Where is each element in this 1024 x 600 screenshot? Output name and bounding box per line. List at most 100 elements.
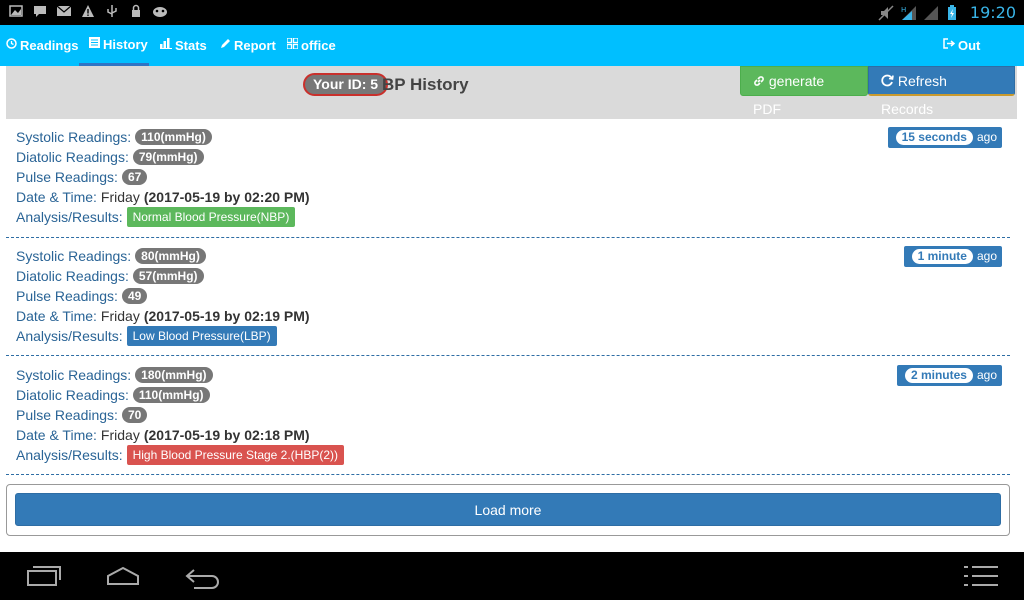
record-item: Systolic Readings: 80(mmHg) Diatolic Read… <box>6 238 1010 356</box>
nav-report-label: Report <box>234 38 276 53</box>
nav-logout[interactable]: Out <box>943 25 980 66</box>
time-ago-value: 2 minutes <box>904 368 973 383</box>
android-icon <box>152 4 168 20</box>
ago-label: ago <box>976 249 997 263</box>
result-badge: Normal Blood Pressure(NBP) <box>126 207 296 227</box>
nav-stats[interactable]: Stats <box>160 25 207 66</box>
diastolic-label: Diatolic Readings: <box>16 149 129 165</box>
time-ago-badge: 1 minute ago <box>903 246 1002 267</box>
nav-office[interactable]: office <box>286 25 336 66</box>
usb-icon <box>104 4 120 20</box>
list-icon <box>89 24 100 65</box>
datetime-label: Date & Time: <box>16 189 97 205</box>
nav-history-label: History <box>103 36 148 52</box>
logout-icon <box>943 25 956 66</box>
load-more-button[interactable]: Load more <box>15 493 1001 526</box>
link-icon <box>753 73 765 89</box>
chat-icon <box>32 4 48 20</box>
nav-office-label: office <box>301 38 336 53</box>
recent-apps-icon[interactable] <box>26 562 62 590</box>
refresh-icon <box>881 73 894 89</box>
nav-stats-label: Stats <box>175 38 207 53</box>
systolic-value: 180(mmHg) <box>135 367 213 383</box>
datetime-value: (2017-05-19 by 02:18 PM) <box>143 427 310 443</box>
signal-icon <box>922 5 938 21</box>
time-ago-value: 1 minute <box>911 249 973 264</box>
home-icon[interactable] <box>105 562 141 590</box>
diastolic-label: Diatolic Readings: <box>16 387 129 403</box>
nav-report[interactable]: Report <box>220 25 276 66</box>
system-navigation-bar <box>0 552 1024 600</box>
pulse-row: Pulse Readings: 67 <box>16 167 148 187</box>
diastolic-value: 57(mmHg) <box>132 268 204 284</box>
system-status-icons: H 19:20 <box>878 3 1016 22</box>
status-bar: H 19:20 <box>0 0 1024 25</box>
day-value: Friday <box>100 308 140 324</box>
time-ago-badge: 15 seconds ago <box>887 127 1002 148</box>
clock-icon <box>6 25 17 66</box>
stats-icon <box>160 25 172 66</box>
systolic-label: Systolic Readings: <box>16 248 132 264</box>
mail-icon <box>56 4 72 20</box>
nav-readings-label: Readings <box>20 38 79 53</box>
systolic-value: 110(mmHg) <box>135 129 212 145</box>
refresh-records-button[interactable]: Refresh Records <box>868 66 1015 117</box>
analysis-label: Analysis/Results: <box>16 209 123 225</box>
record-item: Systolic Readings: 110(mmHg) Diatolic Rea… <box>6 119 1010 238</box>
time-ago-badge: 2 minutes ago <box>896 365 1002 386</box>
pulse-label: Pulse Readings: <box>16 407 118 423</box>
pulse-value: 67 <box>121 169 148 185</box>
user-id-badge: Your ID: 5 <box>303 73 389 96</box>
pulse-row: Pulse Readings: 49 <box>16 286 148 306</box>
ago-label: ago <box>976 130 997 144</box>
analysis-label: Analysis/Results: <box>16 328 123 344</box>
pulse-value: 49 <box>121 288 148 304</box>
systolic-row: Systolic Readings: 80(mmHg) <box>16 246 206 266</box>
result-badge: High Blood Pressure Stage 2.(HBP(2)) <box>126 445 345 465</box>
top-navbar: Readings History Stats Report office Out <box>0 25 1024 66</box>
analysis-row: Analysis/Results: Low Blood Pressure(LBP) <box>16 326 277 346</box>
nav-logout-label: Out <box>958 38 981 53</box>
pulse-label: Pulse Readings: <box>16 288 118 304</box>
history-content[interactable]: Your ID: 5 BP History generate PDF Refre… <box>0 66 1024 552</box>
systolic-label: Systolic Readings: <box>16 367 132 383</box>
systolic-value: 80(mmHg) <box>135 248 206 264</box>
pencil-icon <box>220 25 231 66</box>
page-title: BP History <box>382 75 469 94</box>
datetime-label: Date & Time: <box>16 427 97 443</box>
diastolic-row: Diatolic Readings: 79(mmHg) <box>16 147 204 167</box>
day-value: Friday <box>100 427 140 443</box>
analysis-row: Analysis/Results: High Blood Pressure Sta… <box>16 445 345 465</box>
signal-h-icon: H <box>900 5 916 21</box>
datetime-row: Date & Time: Friday (2017-05-19 by 02:19 P… <box>16 306 310 326</box>
mute-icon <box>878 4 894 21</box>
history-header: Your ID: 5 BP History generate PDF Refre… <box>6 66 1017 119</box>
back-icon[interactable] <box>184 562 222 590</box>
ago-label: ago <box>976 368 997 382</box>
datetime-label: Date & Time: <box>16 308 97 324</box>
grid-icon <box>286 25 299 66</box>
datetime-row: Date & Time: Friday (2017-05-19 by 02:18 P… <box>16 425 310 445</box>
battery-icon <box>944 4 960 21</box>
systolic-row: Systolic Readings: 110(mmHg) <box>16 127 212 147</box>
pulse-row: Pulse Readings: 70 <box>16 405 148 425</box>
pulse-label: Pulse Readings: <box>16 169 118 185</box>
warning-icon <box>80 4 96 20</box>
nav-readings[interactable]: Readings <box>6 25 79 66</box>
generate-pdf-button[interactable]: generate PDF <box>740 66 868 117</box>
load-more-panel: Load more <box>6 484 1010 536</box>
svg-text:H: H <box>901 6 906 14</box>
datetime-value: (2017-05-19 by 02:19 PM) <box>143 308 310 324</box>
record-item: Systolic Readings: 180(mmHg) Diatolic Rea… <box>6 357 1010 475</box>
day-value: Friday <box>100 189 140 205</box>
pulse-value: 70 <box>121 407 148 423</box>
result-badge: Low Blood Pressure(LBP) <box>126 326 277 346</box>
nav-history[interactable]: History <box>79 25 149 66</box>
clock: 19:20 <box>969 3 1016 22</box>
lock-icon <box>128 4 144 20</box>
notification-icons <box>8 4 168 20</box>
diastolic-value: 110(mmHg) <box>132 387 210 403</box>
systolic-row: Systolic Readings: 180(mmHg) <box>16 365 213 385</box>
time-ago-value: 15 seconds <box>895 130 973 145</box>
menu-icon[interactable] <box>962 562 1000 590</box>
